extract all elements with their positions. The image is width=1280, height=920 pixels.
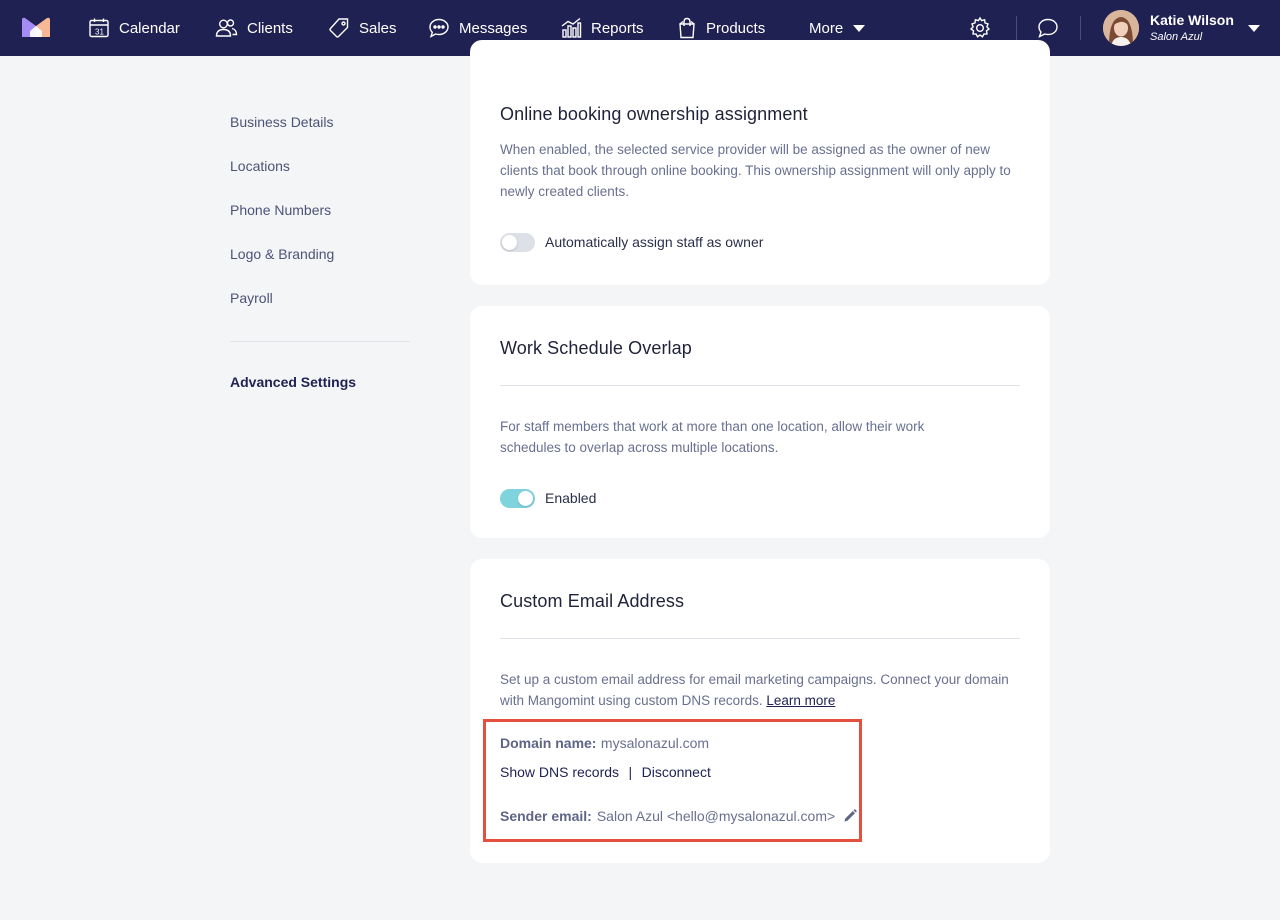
nav-clients[interactable]: Clients <box>215 0 293 56</box>
sidebar-item-business-details[interactable]: Business Details <box>230 112 410 156</box>
bar-chart-icon <box>561 17 582 38</box>
chat-button[interactable] <box>1034 14 1062 42</box>
nav-clients-label: Clients <box>247 19 293 37</box>
clients-icon <box>215 19 238 37</box>
work-schedule-card: Work Schedule Overlap For staff members … <box>470 306 1050 538</box>
user-info: Katie Wilson Salon Azul <box>1150 12 1234 43</box>
tag-icon <box>329 18 349 38</box>
section-divider <box>500 638 1020 639</box>
work-schedule-overlap-toggle[interactable] <box>500 489 535 508</box>
calendar-icon: 31 <box>89 18 109 38</box>
sender-email-label: Sender email: <box>500 808 592 824</box>
gear-icon <box>969 16 991 38</box>
settings-sidebar: Business Details Locations Phone Numbers… <box>230 112 410 390</box>
nav-products-label: Products <box>706 19 766 37</box>
chat-bubble-icon <box>429 18 449 38</box>
sidebar-divider <box>230 341 410 342</box>
mangomint-logo-icon[interactable] <box>22 17 50 37</box>
custom-email-card: Custom Email Address Set up a custom ema… <box>470 559 1050 863</box>
user-name: Katie Wilson <box>1150 12 1234 29</box>
disconnect-link[interactable]: Disconnect <box>642 764 711 780</box>
action-separator: | <box>628 764 633 780</box>
user-salon: Salon Azul <box>1150 30 1203 43</box>
nav-sales-label: Sales <box>359 19 397 37</box>
sidebar-item-advanced-settings[interactable]: Advanced Settings <box>230 374 356 390</box>
auto-assign-owner-toggle[interactable] <box>500 233 535 252</box>
work-schedule-title: Work Schedule Overlap <box>500 338 692 358</box>
sidebar-item-phone-numbers[interactable]: Phone Numbers <box>230 200 410 244</box>
chevron-down-icon <box>1247 24 1260 32</box>
sidebar-item-logo-branding[interactable]: Logo & Branding <box>230 244 410 288</box>
nav-sales[interactable]: Sales <box>328 0 397 56</box>
sender-email-value: Salon Azul <hello@mysalonazul.com> <box>596 808 836 824</box>
domain-name-label: Domain name: <box>500 735 597 751</box>
toggle-knob <box>502 235 517 250</box>
shopping-bag-icon <box>679 17 695 39</box>
speech-bubble-icon <box>1038 18 1058 38</box>
custom-email-title: Custom Email Address <box>500 591 685 611</box>
toggle-knob <box>518 491 533 506</box>
nav-calendar[interactable]: 31 Calendar <box>88 0 180 56</box>
domain-actions-row: Show DNS records | Disconnect <box>500 764 711 782</box>
learn-more-link[interactable]: Learn more <box>766 693 835 708</box>
sidebar-item-locations[interactable]: Locations <box>230 156 410 200</box>
chevron-down-icon <box>853 24 866 32</box>
booking-ownership-title: Online booking ownership assignment <box>500 104 808 124</box>
pencil-icon <box>844 809 857 822</box>
section-divider <box>500 385 1020 386</box>
svg-text:31: 31 <box>95 28 104 37</box>
booking-ownership-card: Online booking ownership assignment When… <box>470 40 1050 285</box>
avatar <box>1103 10 1139 46</box>
nav-more-label: More <box>809 19 844 37</box>
work-schedule-enabled-label: Enabled <box>545 490 597 506</box>
show-dns-records-link[interactable]: Show DNS records <box>500 764 619 780</box>
sender-email-row: Sender email: Salon Azul <hello@mysalona… <box>500 808 857 824</box>
sidebar-item-payroll[interactable]: Payroll <box>230 288 410 332</box>
nav-divider <box>1016 16 1017 40</box>
settings-button[interactable] <box>966 14 994 42</box>
booking-ownership-description: When enabled, the selected service provi… <box>500 142 1011 199</box>
work-schedule-description: For staff members that work at more than… <box>500 419 925 455</box>
domain-name-value: mysalonazul.com <box>600 735 710 751</box>
auto-assign-owner-label: Automatically assign staff as owner <box>545 234 764 250</box>
nav-reports-label: Reports <box>591 19 644 37</box>
nav-messages-label: Messages <box>459 19 528 37</box>
edit-sender-email-button[interactable] <box>843 809 857 823</box>
custom-email-description: Set up a custom email address for email … <box>500 669 1010 711</box>
custom-email-description-text: Set up a custom email address for email … <box>500 672 1009 708</box>
nav-calendar-label: Calendar <box>119 19 180 37</box>
user-menu[interactable]: Katie Wilson Salon Azul <box>1103 10 1260 46</box>
domain-name-row: Domain name: mysalonazul.com <box>500 735 709 753</box>
nav-divider <box>1080 16 1081 40</box>
